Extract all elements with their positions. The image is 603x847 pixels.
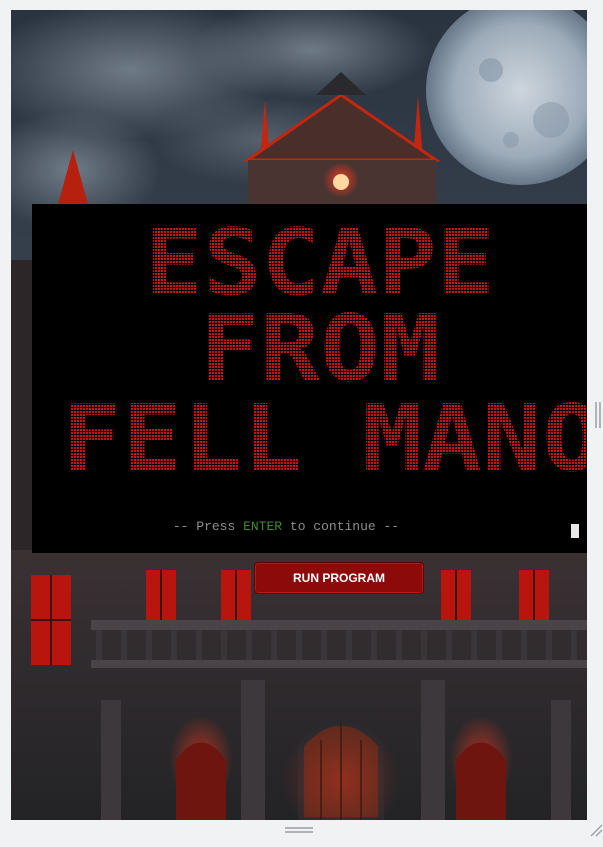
prompt-prefix: -- Press (172, 519, 244, 534)
title-line-3: FELL MANOR (62, 385, 587, 492)
run-program-button[interactable]: RUN PROGRAM (254, 562, 424, 594)
resize-handle-icon[interactable] (593, 400, 603, 430)
terminal-cursor (571, 524, 579, 538)
press-enter-prompt: -- Press ENTER to continue -- (32, 519, 540, 534)
app-frame: ESCAPE FROM FELL MANOR -- Press ENTER to… (11, 10, 587, 820)
prompt-suffix: to continue -- (282, 519, 400, 534)
prompt-enter-key: ENTER (243, 519, 283, 534)
terminal-screen[interactable]: ESCAPE FROM FELL MANOR -- Press ENTER to… (32, 204, 587, 553)
resize-grip-icon[interactable] (284, 826, 314, 834)
resize-corner-icon[interactable] (589, 823, 603, 837)
ascii-title-art: ESCAPE FROM FELL MANOR (62, 209, 587, 492)
